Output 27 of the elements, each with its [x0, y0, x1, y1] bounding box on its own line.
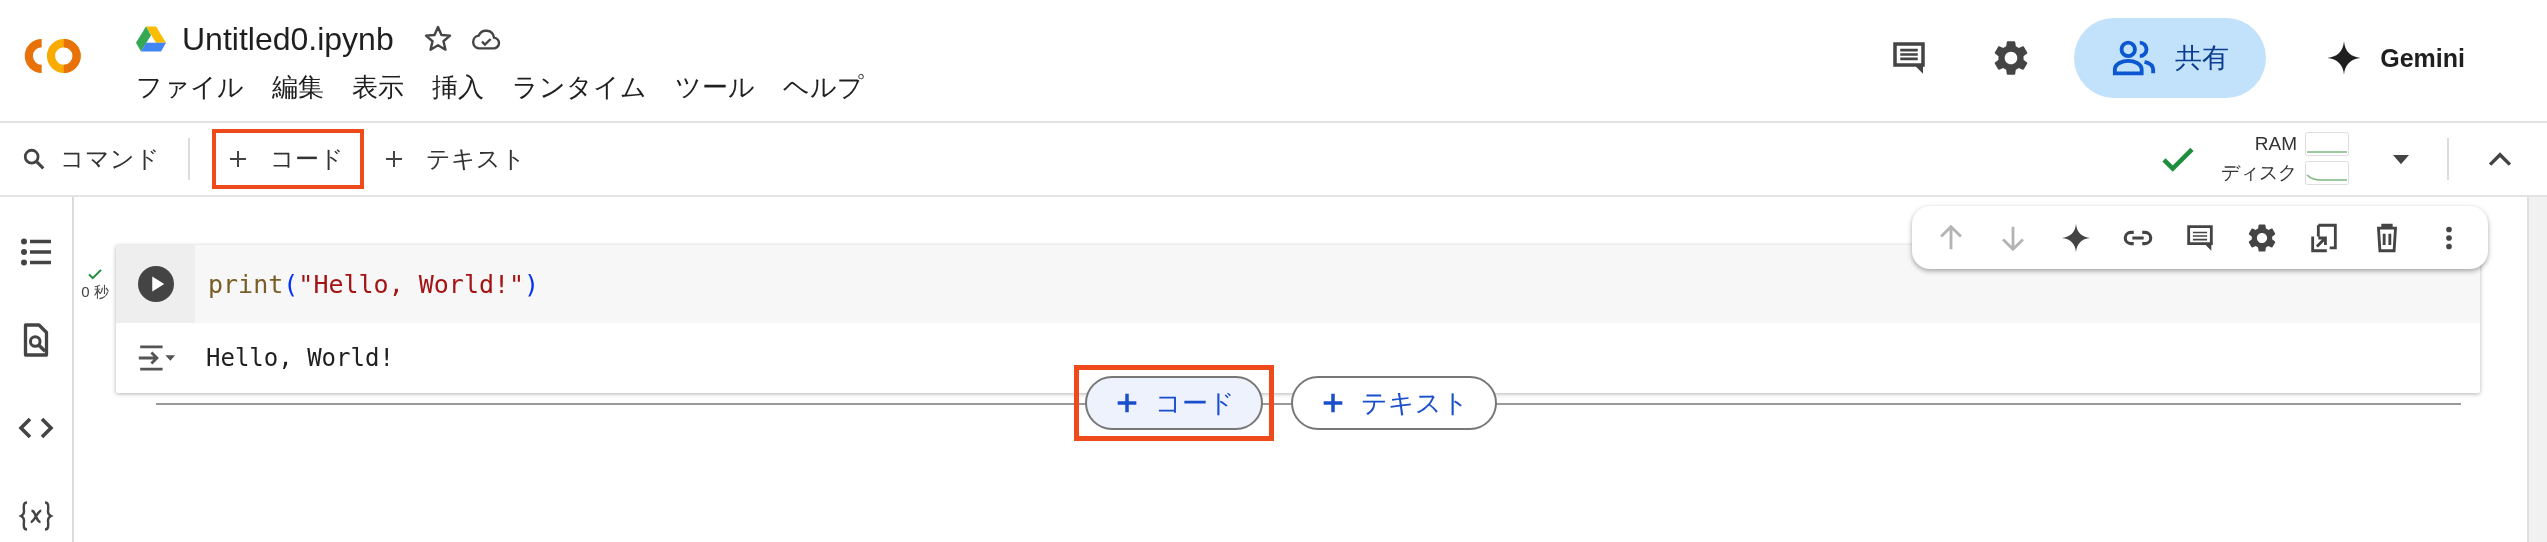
add-cell-button[interactable]: コード	[226, 143, 344, 175]
code-line[interactable]: print("Hello, World!")	[195, 245, 540, 323]
gemini-button[interactable]: Gemini	[2324, 38, 2465, 78]
add-cell-button[interactable]: コード	[1084, 376, 1263, 430]
notebook-title[interactable]: Untitled0.ipynb	[182, 20, 394, 58]
menu-item[interactable]: ファイル	[136, 70, 244, 105]
add-cell-button[interactable]: テキスト	[382, 143, 526, 175]
add-cell-button[interactable]: テキスト	[1290, 376, 1497, 430]
menu-item[interactable]: ツール	[675, 70, 755, 105]
menu-item[interactable]: ランタイム	[512, 70, 647, 105]
usage-meter	[2305, 161, 2349, 185]
menu-item[interactable]: 挿入	[432, 70, 484, 105]
resource-label: ディスク	[2221, 161, 2297, 185]
usage-meter	[2305, 132, 2349, 156]
variables-icon[interactable]	[18, 498, 54, 534]
scrollbar[interactable]	[2527, 197, 2547, 542]
command-button[interactable]: コマンド	[20, 143, 160, 175]
menu-item[interactable]: 編集	[272, 70, 324, 105]
share-button[interactable]: 共有	[2074, 18, 2267, 98]
code-cell[interactable]: print("Hello, World!") Hello, World!	[116, 245, 2480, 393]
cell-output: Hello, World!	[206, 344, 394, 372]
menu-item[interactable]: 表示	[352, 70, 404, 105]
menu-item[interactable]: ヘルプ	[783, 70, 864, 105]
run-icon[interactable]	[137, 266, 174, 302]
drive-icon[interactable]	[136, 25, 166, 53]
execution-time: 0 秒	[81, 283, 109, 302]
resource-label: RAM	[2254, 133, 2297, 155]
